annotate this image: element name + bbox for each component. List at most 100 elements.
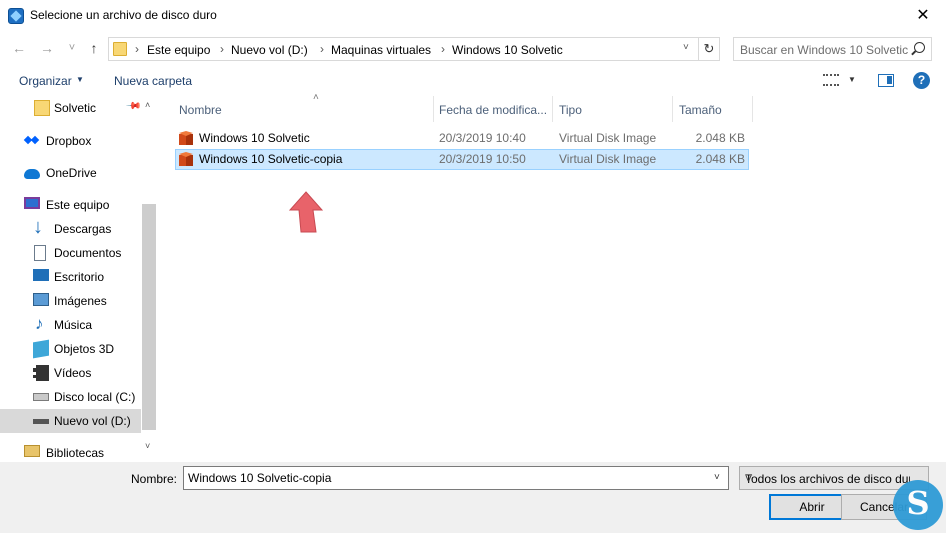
column-header-type[interactable]: Tipo	[553, 96, 673, 122]
sidebar-item-label: Vídeos	[54, 366, 92, 380]
file-name: Windows 10 Solvetic	[199, 131, 310, 145]
breadcrumb-separator: ›	[135, 42, 139, 56]
breadcrumb-maquinas-virtuales[interactable]: Maquinas virtuales	[331, 43, 431, 57]
column-label: Fecha de modifica...	[439, 103, 548, 117]
preview-pane-icon[interactable]	[878, 74, 894, 87]
onedrive-icon	[24, 169, 40, 179]
breadcrumb-windows-10-solvetic[interactable]: Windows 10 Solvetic	[452, 43, 563, 57]
table-row-selected[interactable]: Windows 10 Solvetic-copia 20/3/2019 10:5…	[175, 149, 749, 170]
scroll-up-icon[interactable]: ˄	[145, 100, 150, 110]
forward-button[interactable]: →	[38, 39, 56, 57]
file-size: 2.048 KB	[695, 152, 745, 166]
search-placeholder: Buscar en Windows 10 Solvetic	[740, 43, 909, 57]
sidebar-item-label: Disco local (C:)	[54, 390, 136, 404]
annotation-arrow-icon	[288, 191, 324, 233]
sidebar-item-label: Escritorio	[54, 270, 105, 284]
column-label: Tamaño	[679, 103, 722, 117]
column-header-date[interactable]: Fecha de modifica...	[433, 96, 552, 122]
sidebar-item-label: OneDrive	[46, 166, 97, 180]
chevron-down-icon: ˅	[745, 472, 753, 486]
sidebar-item-musica[interactable]: Música	[0, 313, 141, 337]
sidebar-item-label: Documentos	[54, 246, 122, 260]
solvetic-logo-icon	[893, 480, 943, 530]
file-size: 2.048 KB	[695, 131, 745, 145]
local-disk-icon	[33, 393, 49, 401]
sidebar-item-label: Música	[54, 318, 93, 332]
computer-icon	[24, 197, 40, 209]
recent-locations-button[interactable]: ˅	[63, 39, 81, 57]
sidebar-item-imagenes[interactable]: Imágenes	[0, 289, 141, 313]
search-icon	[914, 42, 925, 53]
sidebar-item-onedrive[interactable]: OneDrive	[0, 161, 141, 185]
libraries-icon	[24, 445, 40, 457]
help-icon[interactable]: ?	[913, 72, 930, 89]
desktop-icon	[33, 269, 49, 281]
3d-objects-icon	[33, 339, 49, 359]
title-bar: Selecione un archivo de disco duro ✕	[0, 0, 946, 32]
address-bar[interactable]: › Este equipo › Nuevo vol (D:) › Maquina…	[108, 37, 699, 61]
sidebar-item-label: Objetos 3D	[54, 342, 115, 356]
breadcrumb-separator: ›	[320, 42, 324, 56]
sidebar-item-dropbox[interactable]: Dropbox	[0, 129, 141, 153]
navigation-pane: ˄ ˅ Solvetic 📌 Dropbox OneDrive Este equ…	[0, 96, 158, 462]
filename-input[interactable]	[188, 471, 708, 485]
file-list: Nombre ˄ Fecha de modifica... Tipo Tamañ…	[158, 92, 946, 462]
sidebar-item-bibliotecas[interactable]: Bibliotecas	[0, 441, 141, 462]
sidebar-item-solvetic[interactable]: Solvetic 📌	[0, 96, 142, 120]
column-header-size[interactable]: Tamaño	[673, 96, 753, 122]
view-options-icon[interactable]	[823, 74, 839, 86]
sidebar-item-label: Dropbox	[46, 134, 92, 148]
folder-icon	[34, 100, 50, 116]
filename-label: Nombre:	[131, 472, 178, 486]
videos-icon	[33, 365, 49, 381]
sidebar-item-este-equipo[interactable]: Este equipo	[0, 193, 141, 217]
chevron-down-icon: ▼	[76, 75, 84, 84]
breadcrumb-este-equipo[interactable]: Este equipo	[147, 43, 210, 57]
sidebar-item-nuevo-vol[interactable]: Nuevo vol (D:)	[0, 409, 141, 433]
sidebar-item-label: Nuevo vol (D:)	[54, 414, 131, 428]
pin-icon[interactable]: 📌	[125, 98, 142, 115]
window-title: Selecione un archivo de disco duro	[30, 8, 217, 22]
scrollbar-thumb[interactable]	[142, 204, 156, 430]
refresh-button[interactable]: ↻	[699, 37, 720, 61]
sidebar-item-label: Descargas	[54, 222, 112, 236]
sidebar-item-disco-local[interactable]: Disco local (C:)	[0, 385, 141, 409]
file-type: Virtual Disk Image	[559, 152, 657, 166]
organize-button[interactable]: Organizar	[19, 74, 72, 88]
folder-icon	[113, 42, 127, 56]
column-label: Tipo	[559, 103, 582, 117]
close-button[interactable]: ✕	[900, 0, 946, 32]
up-button[interactable]: ↑	[85, 39, 103, 57]
breadcrumb-separator: ›	[220, 42, 224, 56]
sidebar-item-videos[interactable]: Vídeos	[0, 361, 141, 385]
drive-icon	[33, 419, 49, 424]
scroll-down-icon[interactable]: ˅	[145, 441, 150, 451]
navigation-bar: ← → ˅ ↑ › Este equipo › Nuevo vol (D:) ›…	[0, 32, 946, 64]
sidebar-item-objetos-3d[interactable]: Objetos 3D	[0, 337, 141, 361]
table-row[interactable]: Windows 10 Solvetic 20/3/2019 10:40 Virt…	[175, 128, 749, 149]
sidebar-item-documentos[interactable]: Documentos	[0, 241, 141, 265]
column-divider[interactable]	[752, 96, 753, 122]
sidebar-item-label: Solvetic	[54, 101, 97, 115]
new-folder-button[interactable]: Nueva carpeta	[114, 74, 192, 88]
breadcrumb-nuevo-vol[interactable]: Nuevo vol (D:)	[231, 43, 308, 57]
sidebar-item-escritorio[interactable]: Escritorio	[0, 265, 141, 289]
music-icon	[33, 314, 49, 334]
command-bar: Organizar ▼ Nueva carpeta ▼ ?	[0, 64, 946, 96]
file-date: 20/3/2019 10:50	[439, 152, 526, 166]
chevron-down-icon[interactable]: ˅	[714, 472, 720, 483]
back-button[interactable]: ←	[10, 39, 28, 57]
sidebar-item-descargas[interactable]: Descargas	[0, 216, 141, 241]
virtual-disk-icon	[179, 131, 193, 145]
filename-field[interactable]: ˅	[183, 466, 729, 490]
virtual-disk-icon	[179, 152, 193, 166]
search-input[interactable]: Buscar en Windows 10 Solvetic	[733, 37, 932, 61]
pictures-icon	[33, 293, 49, 306]
breadcrumb-separator: ›	[441, 42, 445, 56]
column-label: Nombre	[179, 103, 222, 117]
column-header-name[interactable]: Nombre ˄	[173, 92, 433, 122]
downloads-icon	[33, 216, 49, 239]
chevron-down-icon[interactable]: ˅	[683, 42, 689, 53]
sidebar-item-label: Imágenes	[54, 294, 107, 308]
chevron-down-icon[interactable]: ▼	[848, 75, 856, 84]
